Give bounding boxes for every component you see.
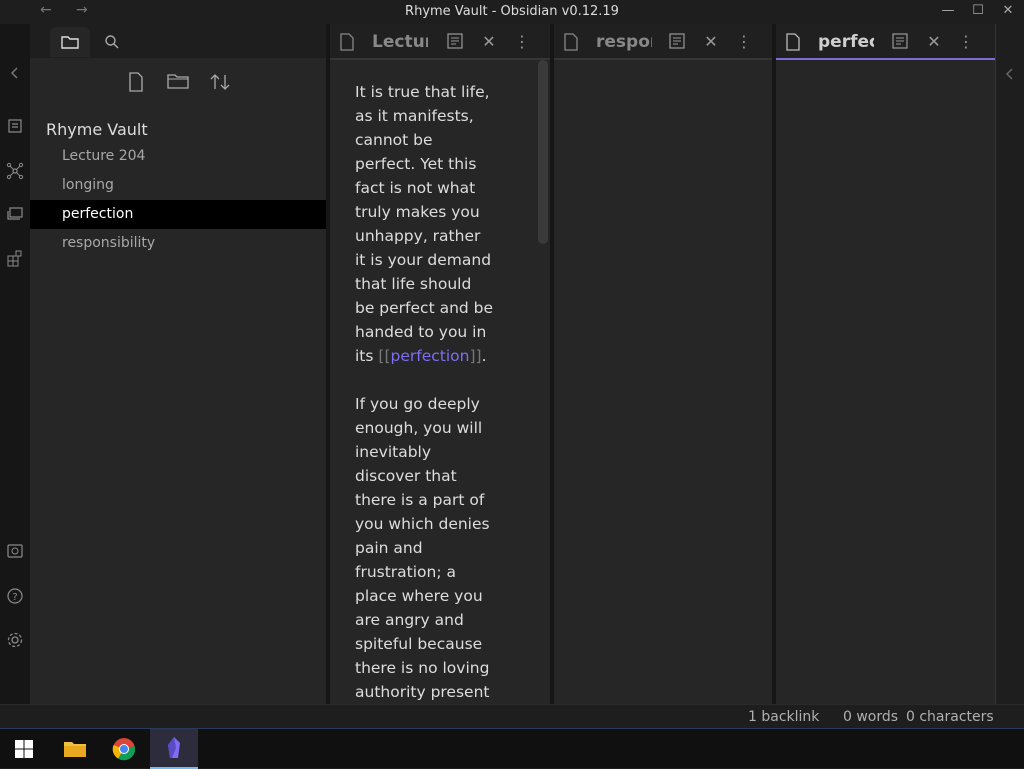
close-pane-icon[interactable]: ✕ <box>701 33 721 51</box>
reading-view-icon[interactable] <box>667 33 687 51</box>
right-sidebar-collapsed <box>995 24 1024 704</box>
document-icon <box>786 33 800 51</box>
document-icon <box>564 33 578 51</box>
vault-name[interactable]: Rhyme Vault <box>46 120 148 139</box>
reading-view-icon[interactable] <box>890 33 910 51</box>
editor-pane-perfection: perfection ✕ ⋮ <box>776 24 995 704</box>
more-options-icon[interactable]: ⋮ <box>734 33 754 51</box>
backlink-count[interactable]: 1 backlink <box>748 709 819 725</box>
editor-pane-responsibility: responsibility ✕ ⋮ <box>554 24 772 704</box>
file-explorer-taskbar-icon[interactable] <box>50 729 98 769</box>
scrollbar-thumb[interactable] <box>538 60 548 244</box>
title-bar: ← → Rhyme Vault - Obsidian v0.12.19 — ☐ … <box>0 0 1024 24</box>
character-count: 0 characters <box>906 709 994 725</box>
quick-switcher-icon[interactable] <box>6 118 24 136</box>
file-explorer-sidebar: Rhyme Vault Lecture 204 longing perfecti… <box>30 24 326 704</box>
close-pane-icon[interactable]: ✕ <box>924 33 944 51</box>
close-button[interactable]: ✕ <box>998 3 1018 21</box>
minimize-button[interactable]: — <box>938 3 958 21</box>
pane-header: Lecture 204 ✕ ⋮ <box>330 24 550 60</box>
window-title: Rhyme Vault - Obsidian v0.12.19 <box>405 4 619 19</box>
pane-title[interactable]: Lecture 204 <box>372 32 428 52</box>
os-taskbar <box>0 728 1024 769</box>
document-icon <box>340 33 354 51</box>
more-options-icon[interactable]: ⋮ <box>512 33 532 51</box>
close-pane-icon[interactable]: ✕ <box>479 33 499 51</box>
note-paragraph: If you go deeply enough, you will inevit… <box>355 395 490 701</box>
new-folder-icon[interactable] <box>166 72 190 94</box>
slides-icon[interactable] <box>6 206 24 224</box>
note-paragraph: It is true that life, as it manifests, c… <box>355 83 494 365</box>
maximize-button[interactable]: ☐ <box>968 3 988 21</box>
pane-header: responsibility ✕ ⋮ <box>554 24 772 60</box>
settings-gear-icon[interactable] <box>6 631 24 649</box>
internal-link[interactable]: perfection <box>391 347 470 365</box>
sidebar-tab-bar <box>30 24 326 58</box>
more-options-icon[interactable]: ⋮ <box>956 33 976 51</box>
file-item-lecture-204[interactable]: Lecture 204 <box>30 142 326 171</box>
note-content[interactable]: It is true that life, as it manifests, c… <box>355 80 495 728</box>
obsidian-taskbar-icon[interactable] <box>150 729 198 769</box>
file-item-responsibility[interactable]: responsibility <box>30 229 326 258</box>
windows-start-icon[interactable] <box>0 729 48 769</box>
pane-header: perfection ✕ ⋮ <box>776 24 995 60</box>
open-vault-icon[interactable] <box>6 543 24 561</box>
expand-right-sidebar-icon[interactable] <box>1003 66 1017 85</box>
status-bar: 1 backlink 0 words 0 characters <box>0 704 1024 728</box>
pane-title[interactable]: responsibility <box>596 32 652 52</box>
pane-title[interactable]: perfection <box>818 32 874 52</box>
search-icon[interactable] <box>92 27 132 57</box>
reading-view-icon[interactable] <box>445 33 465 51</box>
svg-text:?: ? <box>12 592 17 603</box>
file-item-longing[interactable]: longing <box>30 171 326 200</box>
chrome-taskbar-icon[interactable] <box>100 729 148 769</box>
new-note-icon[interactable] <box>124 72 148 94</box>
left-ribbon: ? <box>0 24 30 704</box>
file-item-perfection[interactable]: perfection <box>30 200 326 229</box>
sort-icon[interactable] <box>208 72 232 94</box>
editor-pane-lecture: Lecture 204 ✕ ⋮ It is true that life, as… <box>330 24 550 704</box>
collapse-left-sidebar-icon[interactable] <box>6 66 24 84</box>
help-icon[interactable]: ? <box>6 587 24 605</box>
word-count: 0 words <box>843 709 899 725</box>
folder-icon[interactable] <box>50 27 90 57</box>
graph-view-icon[interactable] <box>6 162 24 180</box>
plugins-icon[interactable] <box>6 250 24 268</box>
